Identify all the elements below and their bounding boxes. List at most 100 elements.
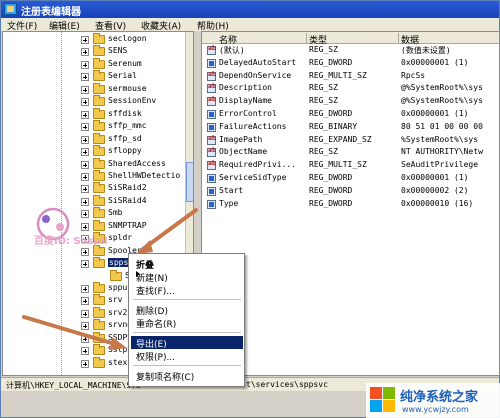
value-row[interactable]: ServiceSidType REG_DWORD 0x00000001 (1) (202, 173, 499, 184)
tree-scroll-thumb[interactable] (186, 162, 193, 202)
tree-item[interactable]: Serial (3, 70, 183, 83)
value-type: REG_MULTI_SZ (309, 70, 367, 80)
column-separator[interactable] (398, 33, 399, 43)
expand-toggle-icon[interactable] (81, 123, 89, 132)
site-logo-url: www.ycwjzy.com (402, 405, 469, 414)
context-menu-item[interactable]: 查找(F)... (131, 283, 243, 297)
folder-icon (93, 344, 105, 356)
tree-item-label: sffp_mmc (108, 121, 147, 131)
value-row[interactable]: FailureActions REG_BINARY 80 51 01 00 00 0… (202, 122, 499, 133)
context-menu-item[interactable]: 导出(E) (131, 336, 243, 350)
tree-item[interactable]: sermouse (3, 82, 183, 96)
value-data: SeAuditPrivilege (401, 160, 479, 170)
binary-value-icon (207, 174, 216, 183)
tree-item[interactable]: SNMPTRAP (3, 219, 183, 233)
tree-item[interactable]: SiSRaid2 (3, 182, 183, 195)
folder-icon (93, 33, 105, 44)
tree-item[interactable]: ShellHWDetectio (3, 169, 183, 183)
value-row[interactable]: Description REG_SZ @%SystemRoot%\sys (202, 83, 499, 94)
folder-icon (93, 319, 105, 331)
value-row[interactable]: Type REG_DWORD 0x00000010 (16) (202, 199, 499, 210)
tree-item[interactable]: sffdisk (3, 107, 183, 121)
folder-icon (93, 120, 105, 132)
value-name: Start (219, 185, 244, 195)
expand-toggle-icon[interactable] (81, 110, 89, 119)
value-row[interactable]: ImagePath REG_EXPAND_SZ %SystemRoot%\sys (202, 134, 499, 146)
expand-toggle-icon[interactable] (81, 172, 89, 181)
expand-toggle-icon[interactable] (81, 85, 89, 94)
value-name: ImagePath (219, 134, 263, 144)
context-menu-item[interactable]: 删除(D) (131, 303, 243, 317)
binary-value-icon (207, 110, 216, 119)
tree-item[interactable]: SENS (3, 45, 183, 58)
value-name: (默认) (219, 46, 245, 55)
value-data: 0x00000002 (2) (401, 185, 469, 195)
context-menu-item[interactable]: 权限(P)... (131, 349, 243, 363)
expand-toggle-icon[interactable] (81, 135, 89, 144)
value-row[interactable]: ObjectName REG_SZ NT AUTHORITY\Netw (202, 147, 499, 158)
values-list-pane[interactable]: 名称 类型 数据 (默认) REG_SZ (数值未设置) DelayedAutoSta… (201, 31, 500, 376)
value-row[interactable]: RequiredPrivi... REG_MULTI_SZ SeAuditPrivi… (202, 160, 499, 171)
value-name: DelayedAutoStart (219, 57, 297, 67)
folder-icon (93, 244, 105, 256)
windows-logo-icon (370, 387, 396, 413)
registry-app-icon (4, 3, 17, 15)
expand-toggle-icon[interactable] (81, 48, 89, 57)
tree-item[interactable]: sfloppy (3, 145, 183, 158)
value-row[interactable]: (默认) REG_SZ (数值未设置) (202, 45, 499, 56)
value-row[interactable]: ErrorControl REG_DWORD 0x00000001 (1) (202, 109, 499, 120)
column-separator[interactable] (306, 33, 307, 43)
expand-toggle-icon[interactable] (81, 197, 89, 206)
expand-toggle-icon[interactable] (81, 160, 89, 169)
binary-value-icon (207, 58, 216, 68)
folder-icon (93, 57, 105, 69)
tree-item[interactable]: Serenum (3, 57, 183, 71)
string-value-icon (207, 83, 216, 94)
value-row[interactable]: DisplayName REG_SZ @%SystemRoot%\sys (202, 96, 499, 107)
expand-toggle-icon[interactable] (81, 148, 89, 157)
tree-item[interactable]: seclogon (3, 33, 183, 46)
context-menu-item[interactable]: 重命名(R) (131, 316, 243, 330)
expand-toggle-icon[interactable] (81, 60, 89, 69)
tree-item[interactable]: SharedAccess (3, 157, 183, 171)
context-menu-item[interactable]: 复制项名称(C) (131, 369, 243, 383)
expand-toggle-icon[interactable] (81, 36, 89, 44)
value-row[interactable]: DependOnService REG_MULTI_SZ RpcSs (202, 70, 499, 82)
tree-item-label: seclogon (108, 34, 147, 43)
expand-toggle-icon[interactable] (81, 297, 89, 306)
expand-toggle-icon[interactable] (81, 98, 89, 107)
menu-separator (133, 332, 241, 333)
tree-item[interactable]: SiSRaid4 (3, 194, 183, 208)
tree-item[interactable]: SessionEnv (3, 95, 183, 108)
string-value-icon (207, 45, 216, 55)
expand-toggle-icon[interactable] (81, 359, 89, 368)
tree-item[interactable]: sffp_mmc (3, 120, 183, 133)
value-name: ObjectName (219, 147, 268, 157)
expand-toggle-icon[interactable] (81, 347, 89, 356)
value-row[interactable]: Start REG_DWORD 0x00000002 (2) (202, 185, 499, 197)
binary-value-icon (207, 186, 216, 196)
value-type: REG_DWORD (309, 109, 353, 118)
tree-item-label: spldr (108, 233, 133, 243)
expand-toggle-icon[interactable] (81, 210, 89, 219)
expand-toggle-icon[interactable] (81, 247, 89, 256)
context-menu-item[interactable]: 折叠 (131, 257, 243, 271)
expand-toggle-icon[interactable] (81, 185, 89, 194)
context-menu-item[interactable]: 新建(N) (131, 270, 243, 284)
tree-item[interactable]: sffp_sd (3, 132, 183, 146)
expand-toggle-icon[interactable] (81, 309, 89, 318)
value-type: REG_DWORD (309, 185, 353, 195)
title-bar[interactable]: 注册表编辑器 (1, 1, 499, 18)
expand-toggle-icon[interactable] (81, 285, 89, 293)
expand-toggle-icon[interactable] (81, 322, 89, 331)
expand-toggle-icon[interactable] (81, 334, 89, 343)
tree-item-label: srv2 (108, 307, 128, 317)
expand-toggle-icon[interactable] (81, 73, 89, 82)
value-data: 0x00000001 (1) (401, 173, 469, 182)
value-row[interactable]: DelayedAutoStart REG_DWORD 0x00000001 (1) (202, 57, 499, 69)
expand-toggle-icon[interactable] (81, 260, 89, 269)
tree-item[interactable]: Smb (3, 207, 183, 220)
expand-toggle-icon[interactable] (81, 222, 89, 231)
string-value-icon (207, 96, 216, 107)
window-title: 注册表编辑器 (21, 7, 81, 18)
